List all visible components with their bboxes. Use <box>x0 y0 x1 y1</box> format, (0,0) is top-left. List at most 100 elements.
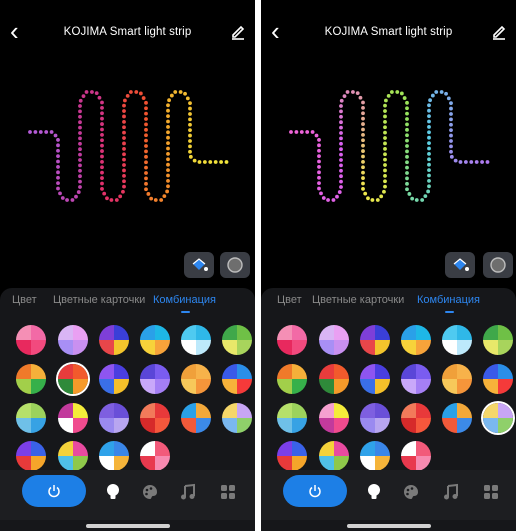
swatch-segment <box>483 379 498 394</box>
combination-swatch[interactable] <box>360 325 390 355</box>
combination-swatch[interactable] <box>277 364 307 394</box>
combination-swatch[interactable] <box>99 441 129 471</box>
led-dot <box>169 93 174 98</box>
combination-swatch[interactable] <box>99 325 129 355</box>
led-dot <box>60 196 65 200</box>
swatch-segment <box>401 340 416 355</box>
bulb-icon[interactable] <box>103 482 123 502</box>
combination-swatch[interactable] <box>360 441 390 471</box>
combination-swatch[interactable] <box>319 403 349 433</box>
power-button[interactable] <box>22 475 86 507</box>
tab-combination[interactable]: Комбинация <box>417 294 480 306</box>
combination-swatch[interactable] <box>58 403 88 433</box>
led-dot <box>382 189 386 194</box>
combination-swatch-selected[interactable] <box>58 364 88 394</box>
music-icon[interactable] <box>178 482 198 502</box>
combination-swatch[interactable] <box>319 364 349 394</box>
edit-icon[interactable] <box>490 22 508 40</box>
swatch-segment <box>155 340 170 355</box>
palette-icon[interactable] <box>140 482 160 502</box>
combination-swatch[interactable] <box>277 441 307 471</box>
swatch-segment <box>73 325 88 340</box>
combination-swatch[interactable] <box>140 364 170 394</box>
palette-icon[interactable] <box>401 482 421 502</box>
led-dot <box>188 154 193 159</box>
combination-swatch[interactable] <box>277 325 307 355</box>
tab-combination[interactable]: Комбинация <box>153 294 216 306</box>
toggle-button[interactable] <box>483 252 513 278</box>
led-dot <box>105 196 109 201</box>
swatch-segment <box>114 456 129 471</box>
led-dot <box>78 109 82 114</box>
combination-swatch[interactable] <box>442 403 472 433</box>
combination-swatch[interactable] <box>181 325 211 355</box>
combination-swatch[interactable] <box>181 403 211 433</box>
swatch-segment <box>73 340 88 355</box>
combination-swatch[interactable] <box>401 364 431 394</box>
tab-color-cards[interactable]: Цветные карточки <box>312 294 404 306</box>
swatch-segment <box>498 364 513 379</box>
combination-swatch[interactable] <box>16 364 46 394</box>
combination-swatch[interactable] <box>401 325 431 355</box>
combination-swatch[interactable] <box>58 441 88 471</box>
grid-icon[interactable] <box>218 482 238 502</box>
combination-swatch[interactable] <box>360 403 390 433</box>
led-dot <box>188 117 192 122</box>
led-dot <box>355 91 360 96</box>
combination-swatch[interactable] <box>99 364 129 394</box>
combination-swatch[interactable] <box>222 325 252 355</box>
combination-swatch[interactable] <box>483 325 513 355</box>
led-dot <box>100 132 104 137</box>
combination-swatch[interactable] <box>58 325 88 355</box>
paint-bucket-button[interactable] <box>445 252 475 278</box>
combination-swatch[interactable] <box>277 403 307 433</box>
combination-swatch[interactable] <box>319 441 349 471</box>
led-dot <box>453 158 458 163</box>
led-dot <box>428 98 432 103</box>
led-dot <box>463 160 468 164</box>
tab-color[interactable]: Цвет <box>12 294 37 306</box>
combination-swatch[interactable] <box>140 325 170 355</box>
combination-swatch[interactable] <box>16 403 46 433</box>
combination-swatch[interactable] <box>16 441 46 471</box>
paint-bucket-button[interactable] <box>184 252 214 278</box>
led-dot <box>100 176 104 180</box>
combination-swatch[interactable] <box>16 325 46 355</box>
combination-swatch[interactable] <box>442 325 472 355</box>
combination-swatch[interactable] <box>319 325 349 355</box>
swatch-segment <box>401 364 416 379</box>
power-button[interactable] <box>283 475 347 507</box>
combination-swatch[interactable] <box>442 364 472 394</box>
combination-swatch[interactable] <box>181 364 211 394</box>
led-dot <box>219 160 223 164</box>
combination-swatch[interactable] <box>140 441 170 471</box>
combination-swatch[interactable] <box>401 403 431 433</box>
toggle-button[interactable] <box>220 252 250 278</box>
combination-swatch-selected[interactable] <box>483 403 513 433</box>
combination-swatch[interactable] <box>483 364 513 394</box>
led-dot <box>405 133 409 138</box>
music-icon[interactable] <box>441 482 461 502</box>
edit-icon[interactable] <box>229 22 247 40</box>
tab-color[interactable]: Цвет <box>277 294 302 306</box>
bulb-icon[interactable] <box>364 482 384 502</box>
swatch-segment <box>16 364 31 379</box>
led-dot <box>339 158 343 162</box>
combination-swatch[interactable] <box>140 403 170 433</box>
led-dot <box>166 125 170 129</box>
combination-swatch[interactable] <box>99 403 129 433</box>
combination-swatch[interactable] <box>401 441 431 471</box>
combination-swatch[interactable] <box>360 364 390 394</box>
swatch-segment <box>114 364 129 379</box>
swatch-segment <box>416 379 431 394</box>
tab-color-cards[interactable]: Цветные карточки <box>53 294 145 306</box>
combination-swatch[interactable] <box>222 403 252 433</box>
led-dot <box>405 127 409 132</box>
led-dot <box>122 163 126 167</box>
led-dot <box>361 181 365 186</box>
grid-icon[interactable] <box>481 482 501 502</box>
led-dot <box>423 194 428 198</box>
swatch-segment <box>498 403 513 418</box>
combination-swatch[interactable] <box>222 364 252 394</box>
led-dot <box>361 122 365 126</box>
